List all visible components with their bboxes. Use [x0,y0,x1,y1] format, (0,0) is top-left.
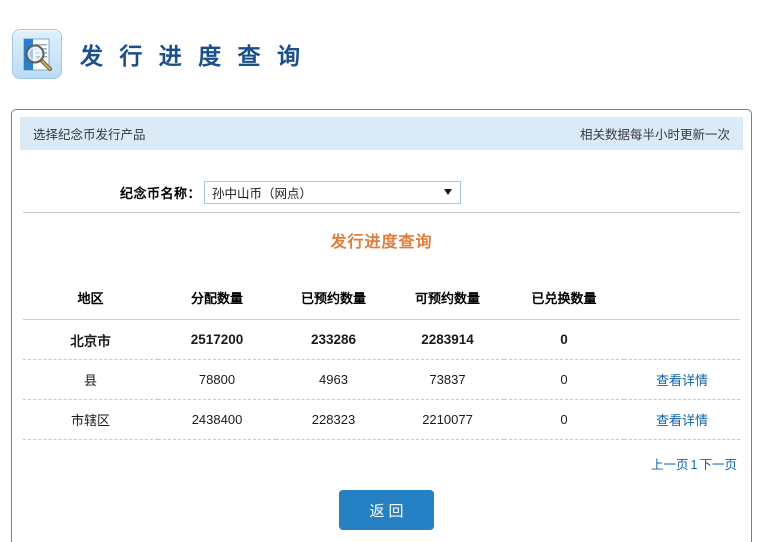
panel-bar-right-text: 相关数据每半小时更新一次 [579,128,730,142]
pagination-prev-link[interactable]: 上一页 [651,458,689,472]
cell-available: 2210077 [391,399,504,440]
section-divider [23,212,740,213]
panel-header-bar: 选择纪念币发行产品 相关数据每半小时更新一次 [20,117,743,150]
cell-redeemed: 0 [504,399,624,440]
chevron-down-icon [444,189,453,195]
coin-select-row: 纪念币名称： 孙中山币（网点） [12,172,751,212]
pagination-current-page: 1 [690,458,698,472]
cell-booked: 233286 [276,319,391,360]
column-header-redeemed: 已兑换数量 [504,282,624,320]
cell-allocated: 2517200 [158,319,276,360]
table-row: 市辖区 2438400 228323 2210077 0 查看详情 [23,399,740,440]
cell-detail: 查看详情 [624,399,740,440]
cell-allocated: 2438400 [158,399,276,440]
table-header-row: 地区 分配数量 已预约数量 可预约数量 已兑换数量 [23,282,740,320]
page-header: 发 行 进 度 查 询 [0,0,783,108]
column-header-region: 地区 [23,282,158,320]
section-title: 发行进度查询 [330,234,433,251]
cell-allocated: 78800 [158,359,276,400]
cell-region: 北京市 [23,319,158,360]
column-header-available: 可预约数量 [391,282,504,320]
coin-name-select[interactable]: 孙中山币（网点） [204,180,462,204]
cell-redeemed: 0 [504,359,624,400]
main-panel: 选择纪念币发行产品 相关数据每半小时更新一次 纪念币名称： 孙中山币（网点） 发… [11,109,752,542]
column-header-detail [624,282,740,320]
cell-redeemed: 0 [504,319,624,360]
cell-booked: 228323 [276,399,391,440]
table-row: 县 78800 4963 73837 0 查看详情 [23,359,740,400]
view-detail-link[interactable]: 查看详情 [656,373,708,388]
cell-region: 县 [23,359,158,400]
view-detail-link[interactable]: 查看详情 [656,413,708,428]
coin-name-selected-value: 孙中山币（网点） [212,186,313,201]
issuance-progress-table: 地区 分配数量 已预约数量 可预约数量 已兑换数量 北京市 2517200 23… [23,282,740,440]
cell-booked: 4963 [276,359,391,400]
cell-available: 73837 [391,359,504,400]
pagination-next-link[interactable]: 下一页 [699,458,737,472]
cell-available: 2283914 [391,319,504,360]
pagination: 上一页 1 下一页 [651,454,737,473]
page-title: 发 行 进 度 查 询 [80,43,305,69]
result-table-wrap: 地区 分配数量 已预约数量 可预约数量 已兑换数量 北京市 2517200 23… [23,282,740,440]
table-row: 北京市 2517200 233286 2283914 0 [23,319,740,360]
coin-name-label: 纪念币名称： [120,185,202,201]
back-button[interactable]: 返回 [339,490,434,530]
panel-bar-left-text: 选择纪念币发行产品 [33,128,146,142]
cell-detail [624,319,740,360]
document-search-icon [12,29,62,79]
cell-detail: 查看详情 [624,359,740,400]
column-header-allocated: 分配数量 [158,282,276,320]
cell-region: 市辖区 [23,399,158,440]
column-header-booked: 已预约数量 [276,282,391,320]
